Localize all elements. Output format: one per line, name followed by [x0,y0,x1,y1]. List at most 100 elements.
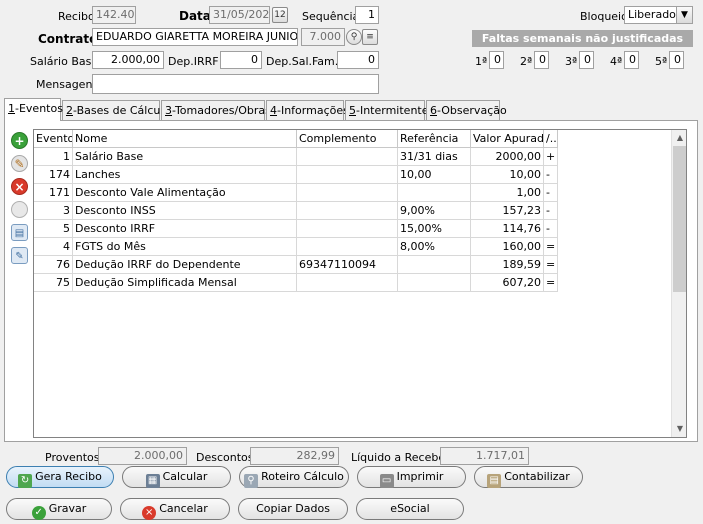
cell-nome[interactable]: Dedução IRRF do Dependente [73,256,297,274]
cell-evento[interactable]: 5 [34,220,73,238]
faltas-week-1-field[interactable]: 0 [489,51,504,69]
cell-nome[interactable]: Desconto IRRF [73,220,297,238]
cell-nome[interactable]: Salário Base [73,148,297,166]
faltas-week-3-field[interactable]: 0 [579,51,594,69]
col-header-nome[interactable]: Nome [73,130,297,148]
cell-referencia[interactable]: 31/31 dias [398,148,471,166]
cell-sign[interactable]: = [544,238,558,256]
cell-valor[interactable]: 157,23 [471,202,544,220]
calcular-button[interactable]: ▦ Calcular [122,466,231,488]
tab-tomadores-obras[interactable]: 3-Tomadores/Obras [161,100,271,120]
mensagens-field[interactable] [92,74,379,94]
cell-sign[interactable]: - [544,202,558,220]
col-header-complemento[interactable]: Complemento [297,130,398,148]
chevron-down-icon[interactable]: ▼ [676,7,692,23]
data-field[interactable]: 31/05/2025 [209,6,270,24]
cell-referencia[interactable] [398,256,471,274]
scroll-down-icon[interactable]: ▼ [672,421,686,437]
cell-referencia[interactable] [398,274,471,292]
calendar-icon[interactable]: 12 [272,7,288,23]
cell-nome[interactable]: FGTS do Mês [73,238,297,256]
cell-sign[interactable]: = [544,274,558,292]
cell-evento[interactable]: 3 [34,202,73,220]
tab-informacoes[interactable]: 4-Informações [266,100,349,120]
cell-complemento[interactable] [297,238,398,256]
cell-evento[interactable]: 75 [34,274,73,292]
cell-evento[interactable]: 171 [34,184,73,202]
cell-valor[interactable]: 160,00 [471,238,544,256]
cancelar-button[interactable]: × Cancelar [120,498,230,520]
roteiro-calculo-button[interactable]: ⚲ Roteiro Cálculo [239,466,349,488]
refresh-icon: ↻ [18,474,33,488]
cell-referencia[interactable]: 15,00% [398,220,471,238]
sequencia-field[interactable]: 1 [355,6,379,24]
cell-evento[interactable]: 174 [34,166,73,184]
cell-nome[interactable]: Lanches [73,166,297,184]
cell-referencia[interactable] [398,184,471,202]
col-header-sign[interactable]: /.. [544,130,558,148]
imprimir-button[interactable]: ▭ Imprimir [357,466,466,488]
edit-icon[interactable]: ✎ [11,155,28,172]
copiar-dados-button[interactable]: Copiar Dados [238,498,348,520]
cell-complemento[interactable] [297,220,398,238]
tab-eventos[interactable]: 1-Eventos [4,98,63,121]
bloqueio-select[interactable]: Liberado ▼ [624,6,693,24]
add-icon[interactable]: + [11,132,28,149]
ledger-icon: ▤ [487,474,502,488]
cell-sign[interactable]: = [544,256,558,274]
search-icon[interactable]: ⚲ [346,29,362,45]
cell-nome[interactable]: Desconto Vale Alimentação [73,184,297,202]
esocial-button[interactable]: eSocial [356,498,464,520]
gravar-button[interactable]: ✓ Gravar [6,498,112,520]
delete-icon[interactable]: × [11,178,28,195]
cell-nome[interactable]: Desconto INSS [73,202,297,220]
cell-referencia[interactable]: 10,00 [398,166,471,184]
cell-sign[interactable]: - [544,166,558,184]
scroll-up-icon[interactable]: ▲ [672,130,686,146]
scroll-thumb[interactable] [673,146,686,292]
calendar-copy-icon[interactable]: ▤ [11,224,28,241]
recibo-field[interactable]: 142.405 [92,6,136,24]
cell-complemento[interactable] [297,166,398,184]
tab-bases-calculo[interactable]: 2-Bases de Cálculo [62,100,170,120]
cell-evento[interactable]: 4 [34,238,73,256]
cell-sign[interactable]: - [544,220,558,238]
blank-circle-icon[interactable] [11,201,28,218]
cell-sign[interactable]: + [544,148,558,166]
contrato-code-field[interactable]: 7.000 [301,28,345,46]
cell-valor[interactable]: 1,00 [471,184,544,202]
faltas-week-5-field[interactable]: 0 [669,51,684,69]
cell-evento[interactable]: 1 [34,148,73,166]
contrato-name-field[interactable]: EDUARDO GIARETTA MOREIRA JUNIOR [92,28,298,46]
cell-complemento[interactable] [297,202,398,220]
cell-complemento[interactable]: 69347110094 [297,256,398,274]
tab-observacao[interactable]: 6-Observação [426,100,507,120]
cell-valor[interactable]: 2000,00 [471,148,544,166]
contabilizar-button[interactable]: ▤ Contabilizar [474,466,583,488]
col-header-valor[interactable]: Valor Apurado [471,130,544,148]
cell-evento[interactable]: 76 [34,256,73,274]
cell-nome[interactable]: Dedução Simplificada Mensal [73,274,297,292]
cell-complemento[interactable] [297,274,398,292]
faltas-week-4-field[interactable]: 0 [624,51,639,69]
cell-valor[interactable]: 114,76 [471,220,544,238]
cell-referencia[interactable]: 9,00% [398,202,471,220]
salario-field[interactable]: 2.000,00 [92,51,164,69]
irrf-field[interactable]: 0 [220,51,262,69]
list-icon[interactable]: ≡ [362,29,378,45]
cell-sign[interactable]: - [544,184,558,202]
calendar-edit-icon[interactable]: ✎ [11,247,28,264]
faltas-week-2-field[interactable]: 0 [534,51,549,69]
col-header-evento[interactable]: Evento [34,130,73,148]
cell-complemento[interactable] [297,184,398,202]
cell-valor[interactable]: 189,59 [471,256,544,274]
cell-valor[interactable]: 607,20 [471,274,544,292]
vertical-scrollbar[interactable]: ▲ ▼ [671,130,686,437]
salfam-field[interactable]: 0 [337,51,379,69]
gera-recibo-button[interactable]: ↻ Gera Recibo [6,466,114,488]
col-header-referencia[interactable]: Referência [398,130,471,148]
cell-referencia[interactable]: 8,00% [398,238,471,256]
tab-intermitente[interactable]: 5-Intermitente [345,100,429,120]
cell-valor[interactable]: 10,00 [471,166,544,184]
cell-complemento[interactable] [297,148,398,166]
